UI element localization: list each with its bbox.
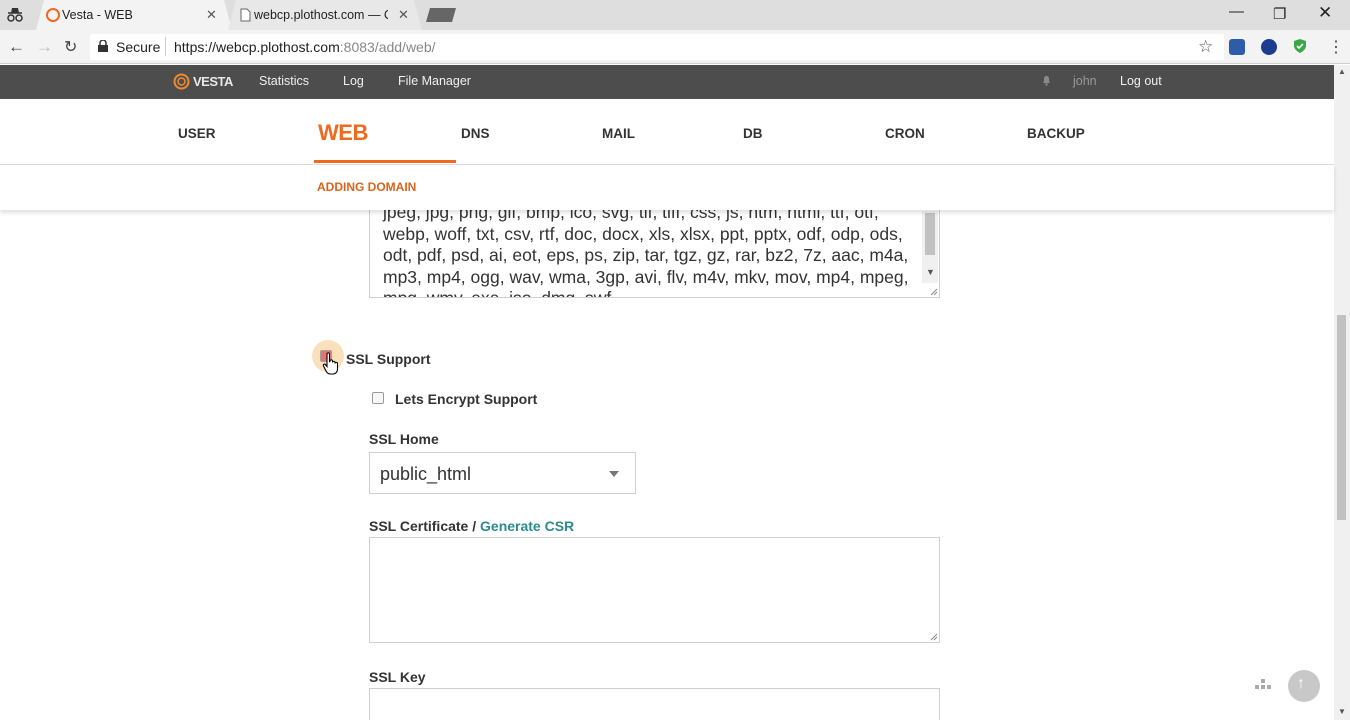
nav-db[interactable]: DB <box>743 126 763 141</box>
statistics-link[interactable]: Statistics <box>259 74 309 88</box>
extensions-text: jpeg, jpg, png, gif, bmp, ico, svg, tif,… <box>383 210 909 298</box>
ssl-home-select[interactable]: public_html <box>369 452 636 494</box>
nav-mail[interactable]: MAIL <box>602 126 635 141</box>
minimize-icon[interactable]: — <box>1229 3 1244 20</box>
bookmark-star-icon[interactable]: ☆ <box>1198 37 1213 57</box>
tab-close-icon[interactable]: ✕ <box>206 7 217 23</box>
page-scrollbar-thumb[interactable] <box>1337 315 1346 520</box>
page-title: ADDING DOMAIN <box>317 180 417 194</box>
active-tab-underline <box>314 160 456 163</box>
window-close-icon[interactable]: ✕ <box>1318 3 1332 23</box>
browser-tab-webcp[interactable]: webcp.plothost.com — C ✕ <box>228 0 422 30</box>
textarea-scrollbar[interactable]: ▼ <box>922 211 938 283</box>
letsencrypt-checkbox[interactable] <box>372 392 384 404</box>
vesta-favicon-icon <box>46 8 60 22</box>
vesta-logo-icon <box>173 73 190 90</box>
omnibox[interactable]: Secure https://webcp.plothost.com:8083/a… <box>90 34 1224 60</box>
address-bar-row: ← → ↻ Secure https://webcp.plothost.com:… <box>0 30 1350 64</box>
scrollbar-thumb[interactable] <box>925 213 935 255</box>
file-manager-link[interactable]: File Manager <box>398 74 471 88</box>
vesta-top-bar: VESTA Statistics Log File Manager john L… <box>0 65 1334 99</box>
ip-extension-icon[interactable] <box>1261 39 1277 55</box>
nav-user[interactable]: USER <box>178 126 216 141</box>
page-icon <box>240 8 251 22</box>
hand-cursor-icon <box>322 352 339 375</box>
lock-icon <box>98 40 108 52</box>
url-path: :8083/add/web/ <box>339 39 436 55</box>
resize-handle-icon[interactable] <box>930 633 938 641</box>
back-icon[interactable]: ← <box>8 37 25 57</box>
form-content: jpeg, jpg, png, gif, bmp, ico, svg, tif,… <box>0 210 1334 720</box>
ssl-home-label: SSL Home <box>369 431 439 447</box>
url-divider <box>165 37 166 56</box>
ssl-certificate-label: SSL Certificate / Generate CSR <box>369 518 574 534</box>
new-tab-button[interactable] <box>426 8 456 22</box>
browser-menu-icon[interactable]: ⋮ <box>1328 37 1344 57</box>
resize-handle-icon[interactable] <box>930 288 938 296</box>
extensions-textarea[interactable]: jpeg, jpg, png, gif, bmp, ico, svg, tif,… <box>369 210 940 298</box>
nav-backup[interactable]: BACKUP <box>1027 126 1085 141</box>
extension-icon[interactable] <box>1229 39 1245 55</box>
browser-tab-vesta[interactable]: Vesta - WEB ✕ <box>36 0 232 30</box>
chevron-down-icon <box>609 471 619 477</box>
tab-title: Vesta - WEB <box>62 8 133 22</box>
url-host: https://webcp.plothost.com <box>174 39 340 55</box>
ssl-support-label[interactable]: SSL Support <box>346 351 431 367</box>
reload-icon[interactable]: ↻ <box>64 37 77 57</box>
ssl-certificate-textarea[interactable] <box>369 537 940 643</box>
letsencrypt-label[interactable]: Lets Encrypt Support <box>395 391 537 407</box>
scroll-down-icon[interactable]: ▼ <box>926 267 935 277</box>
sub-nav: ADDING DOMAIN <box>0 165 1334 210</box>
generate-csr-link[interactable]: Generate CSR <box>480 518 574 534</box>
restore-icon[interactable]: ❐ <box>1273 5 1286 23</box>
ssl-key-label: SSL Key <box>369 669 426 685</box>
url-text[interactable]: https://webcp.plothost.com:8083/add/web/ <box>174 39 436 55</box>
grid-dots-icon[interactable] <box>1255 679 1271 691</box>
page-scrollbar[interactable]: ▲ ▼ <box>1334 65 1350 720</box>
arrow-up-icon: ↑ <box>1297 675 1305 692</box>
nav-dns[interactable]: DNS <box>461 126 490 141</box>
nav-cron[interactable]: CRON <box>885 126 925 141</box>
secure-label: Secure <box>116 39 161 55</box>
log-link[interactable]: Log <box>343 74 364 88</box>
scroll-up-icon[interactable]: ▲ <box>1338 67 1346 76</box>
ssl-certificate-text: SSL Certificate / <box>369 518 477 534</box>
main-nav: USER WEB DNS MAIL DB CRON BACKUP <box>0 99 1334 165</box>
browser-tab-strip: Vesta - WEB ✕ webcp.plothost.com — C ✕ —… <box>0 0 1350 30</box>
scroll-to-top-button[interactable]: ↑ <box>1288 670 1320 702</box>
scroll-down-icon[interactable]: ▼ <box>1338 707 1346 716</box>
logo-text: VESTA <box>193 74 233 89</box>
nav-web[interactable]: WEB <box>318 120 368 146</box>
ssl-key-textarea[interactable] <box>369 688 940 720</box>
forward-icon[interactable]: → <box>36 37 53 57</box>
tab-title: webcp.plothost.com — C <box>254 8 388 22</box>
ssl-home-value: public_html <box>380 464 472 484</box>
incognito-icon <box>7 8 23 22</box>
logout-link[interactable]: Log out <box>1120 74 1162 88</box>
bell-icon[interactable] <box>1042 75 1051 86</box>
shield-extension-icon[interactable] <box>1292 38 1308 54</box>
tab-close-icon[interactable]: ✕ <box>398 7 409 23</box>
vesta-logo[interactable]: VESTA <box>173 73 233 95</box>
username[interactable]: john <box>1073 74 1097 88</box>
